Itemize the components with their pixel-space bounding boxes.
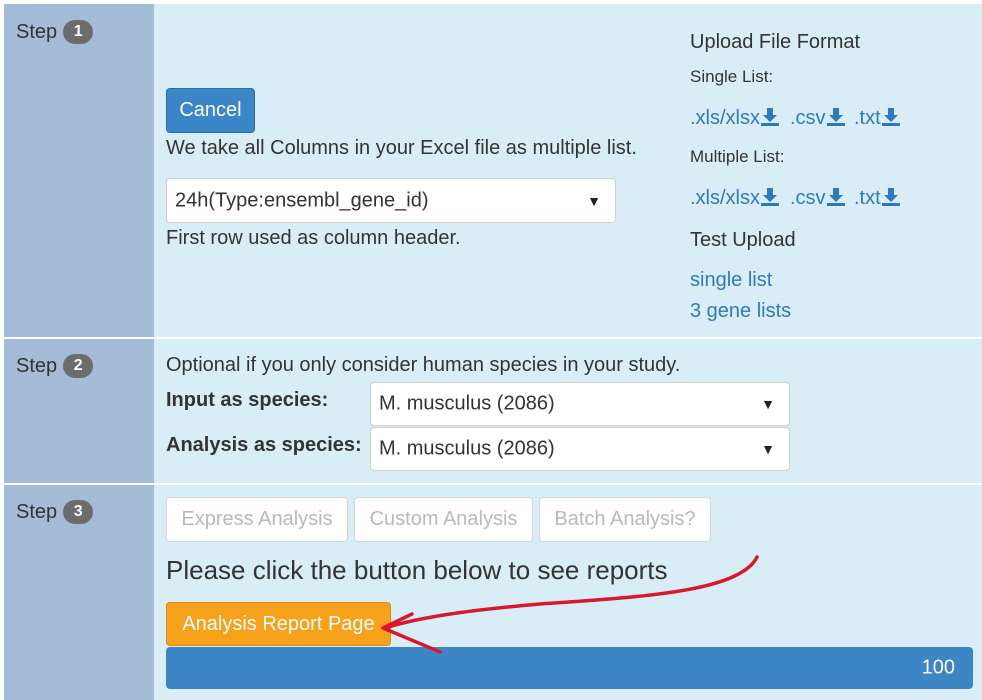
step1-cell: Step 1 xyxy=(4,4,154,337)
custom-analysis-button[interactable]: Custom Analysis xyxy=(354,497,533,542)
column-select-value: 24h(Type:ensembl_gene_id) xyxy=(175,189,429,211)
input-species-value: M. musculus (2086) xyxy=(379,392,555,415)
download-icon xyxy=(826,188,845,206)
optional-species-text: Optional if you only consider human spec… xyxy=(166,354,681,376)
download-icon xyxy=(881,108,900,126)
multiple-xls-link-text: .xls/xlsx xyxy=(690,187,760,209)
analysis-report-page-button[interactable]: Analysis Report Page xyxy=(166,602,391,646)
columns-info-text: We take all Columns in your Excel file a… xyxy=(166,137,637,159)
progress-value: 100 xyxy=(921,656,955,679)
download-icon xyxy=(826,108,845,126)
step3-cell: Step 3 xyxy=(4,485,154,700)
single-xls-link[interactable]: .xls/xlsx xyxy=(690,107,779,130)
step2-label-text: Step xyxy=(16,355,58,377)
single-txt-link-text: .txt xyxy=(854,107,881,129)
step1-badge: 1 xyxy=(63,20,94,44)
step2-cell: Step 2 xyxy=(4,339,154,483)
single-csv-link-text: .csv xyxy=(790,107,826,129)
single-list-label: Single List: xyxy=(690,67,774,86)
multiple-txt-link[interactable]: .txt xyxy=(854,187,900,210)
input-species-select[interactable]: M. musculus (2086) ▼ xyxy=(370,382,790,426)
step1-label-text: Step xyxy=(16,21,58,43)
single-csv-link[interactable]: .csv xyxy=(790,107,845,130)
download-icon xyxy=(881,188,900,206)
step3-label: Step 3 xyxy=(16,500,94,524)
report-prompt-text: Please click the button below to see rep… xyxy=(166,555,668,585)
step1-content: Cancel We take all Columns in your Excel… xyxy=(154,4,982,337)
download-icon xyxy=(761,188,779,206)
multiple-csv-link-text: .csv xyxy=(790,187,826,209)
batch-analysis-button[interactable]: Batch Analysis? xyxy=(539,497,711,542)
progress-fill xyxy=(166,647,973,689)
chevron-down-icon: ▼ xyxy=(587,192,601,209)
analysis-species-value: M. musculus (2086) xyxy=(379,437,555,460)
test-gene-lists-link[interactable]: 3 gene lists xyxy=(690,300,791,323)
step1-row: Step 1 Cancel We take all Columns in your… xyxy=(4,4,982,337)
input-species-label: Input as species: xyxy=(166,389,329,411)
multiple-xls-link[interactable]: .xls/xlsx xyxy=(690,187,779,210)
step2-row: Step 2 Optional if you only consider huma… xyxy=(4,339,982,483)
multiple-csv-link[interactable]: .csv xyxy=(790,187,845,210)
test-upload-heading: Test Upload xyxy=(690,229,796,251)
column-select[interactable]: 24h(Type:ensembl_gene_id) ▼ xyxy=(166,178,616,223)
progress-bar: 100 xyxy=(166,647,973,689)
step2-content: Optional if you only consider human spec… xyxy=(154,339,982,483)
multiple-list-label: Multiple List: xyxy=(690,147,785,166)
download-icon xyxy=(761,108,779,126)
analysis-species-select[interactable]: M. musculus (2086) ▼ xyxy=(370,427,790,471)
step1-label: Step 1 xyxy=(16,20,94,44)
cancel-button[interactable]: Cancel xyxy=(166,88,255,133)
step3-badge: 3 xyxy=(63,500,94,524)
step2-badge: 2 xyxy=(63,354,94,378)
upload-format-heading: Upload File Format xyxy=(690,31,861,53)
multiple-txt-link-text: .txt xyxy=(854,187,881,209)
test-single-list-link[interactable]: single list xyxy=(690,269,772,292)
header-note-text: First row used as column header. xyxy=(166,227,461,249)
chevron-down-icon: ▼ xyxy=(761,396,775,412)
step3-content: Express Analysis Custom Analysis Batch A… xyxy=(154,485,982,700)
chevron-down-icon: ▼ xyxy=(761,441,775,457)
step2-label: Step 2 xyxy=(16,354,94,378)
step3-row: Step 3 Express Analysis Custom Analysis B… xyxy=(4,485,982,700)
express-analysis-button[interactable]: Express Analysis xyxy=(166,497,348,542)
single-txt-link[interactable]: .txt xyxy=(854,107,900,130)
step3-label-text: Step xyxy=(16,501,58,523)
analysis-species-label: Analysis as species: xyxy=(166,434,362,456)
single-xls-link-text: .xls/xlsx xyxy=(690,107,760,129)
